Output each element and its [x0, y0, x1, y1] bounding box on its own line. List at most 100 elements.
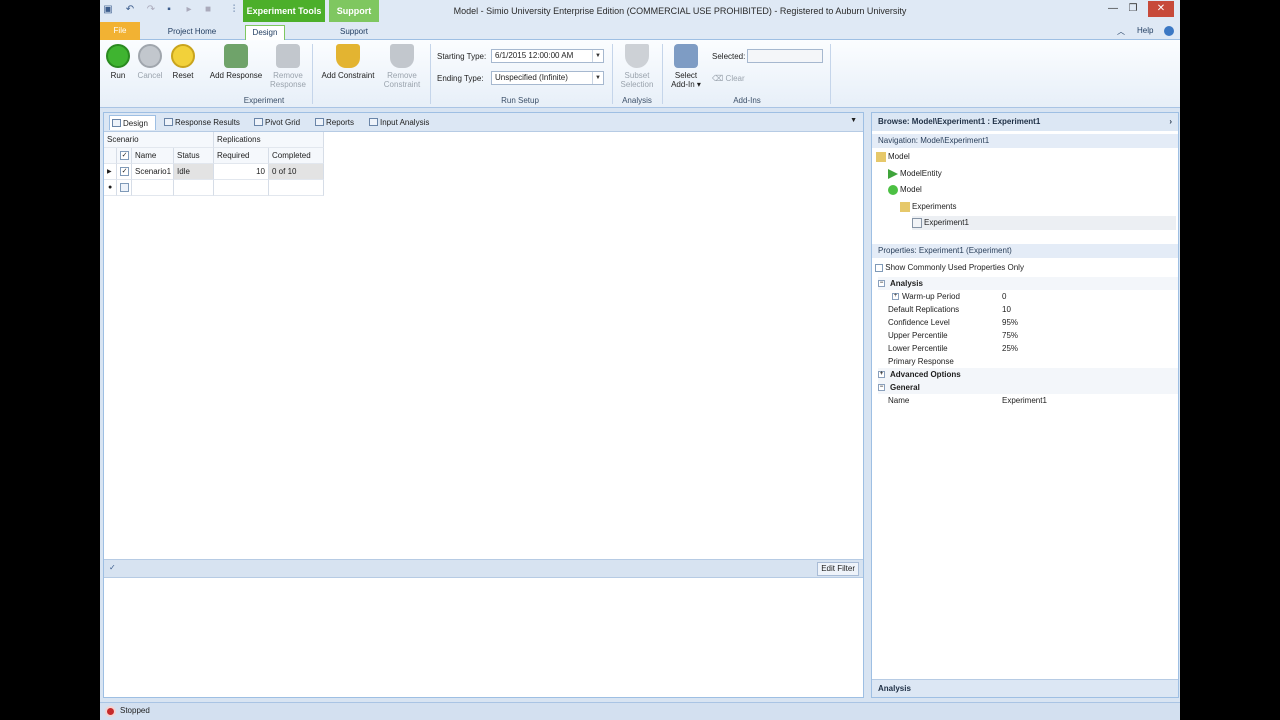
run-button[interactable]: Run: [105, 44, 131, 80]
stop-icon[interactable]: ■: [202, 4, 214, 16]
reset-button[interactable]: Reset: [170, 44, 196, 80]
collapse-icon[interactable]: −: [878, 384, 885, 391]
starting-type-value: 6/1/2015 12:00:00 AM: [495, 51, 574, 60]
collapse-icon[interactable]: −: [878, 280, 885, 287]
edit-filter-button[interactable]: Edit Filter: [817, 562, 859, 576]
play-icon[interactable]: ▸: [183, 4, 195, 16]
scenario-checkbox[interactable]: ✓: [117, 164, 132, 180]
property-row[interactable]: Name Experiment1: [878, 394, 1178, 407]
property-row[interactable]: Primary Response: [878, 355, 1178, 368]
help-icon[interactable]: [1164, 26, 1174, 36]
ribbon-tabs: File Project Home Design Support ︿ Help: [100, 22, 1180, 40]
property-row[interactable]: Confidence Level 95%: [878, 316, 1178, 329]
collapse-ribbon-icon[interactable]: ︿: [1117, 26, 1125, 37]
category-advanced-options[interactable]: + Advanced Options: [878, 368, 1178, 381]
selected-field[interactable]: [747, 49, 823, 63]
expand-icon[interactable]: +: [892, 293, 899, 300]
property-value[interactable]: 25%: [1002, 342, 1018, 355]
category-analysis[interactable]: − Analysis: [878, 277, 1178, 290]
chevron-down-icon[interactable]: ▼: [592, 72, 603, 84]
chevron-right-icon[interactable]: ›: [1169, 113, 1172, 131]
category-general[interactable]: − General: [878, 381, 1178, 394]
new-row-checkbox[interactable]: [117, 180, 132, 196]
select-all-checkbox[interactable]: ✓: [117, 148, 132, 164]
checkbox-checked-icon: ✓: [120, 151, 129, 161]
cancel-button[interactable]: Cancel: [136, 44, 164, 80]
ribbon-separator: [612, 44, 613, 104]
subtab-response-results[interactable]: Response Results: [162, 115, 244, 130]
property-row[interactable]: Lower Percentile 25%: [878, 342, 1178, 355]
tab-file[interactable]: File: [100, 22, 140, 40]
category-label: Analysis: [890, 279, 923, 288]
tree-node-experiments[interactable]: Experiments: [900, 200, 956, 214]
subtab-reports[interactable]: Reports: [313, 115, 359, 130]
new-row-cell[interactable]: [132, 180, 174, 196]
column-header-required[interactable]: Required: [214, 148, 269, 164]
column-header-name[interactable]: Name: [132, 148, 174, 164]
new-row-cell[interactable]: [174, 180, 214, 196]
remove-response-button[interactable]: Remove Response: [262, 44, 314, 89]
column-header-status[interactable]: Status: [174, 148, 214, 164]
chevron-down-icon[interactable]: ▼: [850, 117, 857, 124]
remove-response-label-2: Response: [269, 80, 307, 89]
add-constraint-button[interactable]: Add Constraint: [317, 44, 379, 80]
filter-bar: ✓ Edit Filter: [104, 559, 863, 578]
property-value[interactable]: 10: [1002, 303, 1011, 316]
save-icon[interactable]: ▪: [163, 4, 175, 16]
tree-node-modelentity[interactable]: ModelEntity: [888, 167, 942, 181]
group-header-scenario: Scenario: [104, 132, 214, 148]
subtab-design[interactable]: Design: [109, 115, 156, 130]
filter-check-icon[interactable]: ✓: [109, 563, 116, 572]
remove-constraint-button[interactable]: Remove Constraint: [376, 44, 428, 89]
show-common-toggle[interactable]: Show Commonly Used Properties Only: [875, 261, 1024, 275]
starting-type-combo[interactable]: 6/1/2015 12:00:00 AM ▼: [491, 49, 604, 63]
remove-constraint-icon: [390, 44, 414, 68]
property-name: Confidence Level: [888, 318, 950, 327]
new-row-icon: ●: [104, 180, 117, 196]
experiment-icon: [912, 218, 922, 228]
subset-selection-button[interactable]: Subset Selection: [616, 44, 658, 89]
customize-icon[interactable]: ⫶: [228, 4, 240, 16]
new-row-cell[interactable]: [269, 180, 324, 196]
model-icon: [888, 185, 898, 195]
add-response-button[interactable]: Add Response: [207, 44, 265, 80]
subtab-input-analysis[interactable]: Input Analysis: [367, 115, 437, 130]
ending-type-combo[interactable]: Unspecified (Infinite) ▼: [491, 71, 604, 85]
property-row[interactable]: + Warm-up Period 0: [878, 290, 1178, 303]
property-value[interactable]: 75%: [1002, 329, 1018, 342]
title-bar: ▣ ↶ ↷ ▪ ▸ ■ ⫶ Experiment Tools Support M…: [100, 0, 1180, 22]
select-addin-icon: [674, 44, 698, 68]
close-button[interactable]: ✕: [1148, 1, 1174, 17]
tree-node-model-child[interactable]: Model: [888, 183, 922, 197]
select-addin-button[interactable]: Select Add-In ▾: [666, 44, 706, 89]
property-value[interactable]: 95%: [1002, 316, 1018, 329]
help-link[interactable]: Help: [1137, 26, 1153, 35]
property-row[interactable]: Upper Percentile 75%: [878, 329, 1178, 342]
property-name: Name: [888, 396, 910, 405]
status-text: Stopped: [120, 706, 150, 715]
scenario-required-cell[interactable]: 10: [214, 164, 269, 180]
property-row[interactable]: Default Replications 10: [878, 303, 1178, 316]
tab-design[interactable]: Design: [245, 25, 285, 40]
column-header-completed[interactable]: Completed: [269, 148, 324, 164]
tab-support[interactable]: Support: [332, 25, 376, 40]
tab-project-home[interactable]: Project Home: [160, 25, 224, 40]
report-icon: [315, 118, 324, 126]
add-response-label: Add Response: [209, 71, 263, 80]
clear-button[interactable]: ⌫ Clear: [712, 74, 745, 83]
tree-node-model[interactable]: Model: [876, 150, 910, 164]
subtab-pivot-grid[interactable]: Pivot Grid: [252, 115, 304, 130]
chevron-down-icon[interactable]: ▼: [592, 50, 603, 62]
redo-icon[interactable]: ↷: [145, 4, 157, 16]
expand-icon[interactable]: +: [878, 371, 885, 378]
maximize-button[interactable]: ❐: [1122, 1, 1144, 17]
scenario-name-cell[interactable]: Scenario1: [132, 164, 174, 180]
property-value[interactable]: 0: [1002, 290, 1006, 303]
property-description-title: Analysis: [872, 679, 1178, 697]
tree-node-experiment1[interactable]: Experiment1: [912, 216, 1176, 230]
undo-icon[interactable]: ↶: [124, 4, 136, 16]
new-row-cell[interactable]: [214, 180, 269, 196]
remove-response-icon: [276, 44, 300, 68]
minimize-button[interactable]: —: [1102, 1, 1124, 17]
property-value[interactable]: Experiment1: [1002, 394, 1047, 407]
